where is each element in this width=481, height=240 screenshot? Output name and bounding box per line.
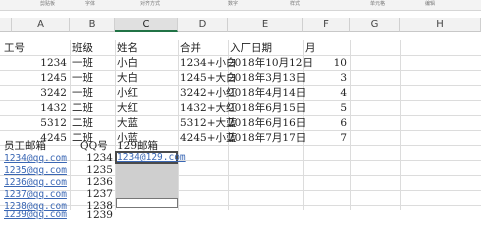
- column-header-e[interactable]: E: [228, 18, 303, 32]
- cell-c4[interactable]: 小红: [117, 86, 138, 101]
- cell-b14[interactable]: 1239: [70, 209, 113, 221]
- cell-b2[interactable]: 一班: [72, 56, 93, 71]
- select-all-corner[interactable]: [0, 18, 12, 32]
- gridline: [400, 40, 401, 210]
- selected-range[interactable]: [116, 163, 178, 198]
- cell-e3[interactable]: 2018年3月13日: [228, 71, 306, 86]
- cell-b1[interactable]: 班级: [72, 41, 112, 56]
- cell-a4[interactable]: 3242: [12, 86, 67, 101]
- cell-f6[interactable]: 6: [303, 116, 347, 131]
- cell-a1[interactable]: 工号: [4, 41, 64, 56]
- cell-c1[interactable]: 姓名: [117, 41, 175, 56]
- cell-c2[interactable]: 小白: [117, 56, 138, 71]
- cell-c9-email-link[interactable]: 1234@129.com: [117, 151, 186, 164]
- cell-a5[interactable]: 1432: [12, 101, 67, 116]
- cell-b4[interactable]: 一班: [72, 86, 93, 101]
- cell-c3[interactable]: 大白: [117, 71, 138, 86]
- ribbon-group-font[interactable]: 字体: [85, 1, 95, 8]
- cell-c5[interactable]: 大红: [117, 101, 138, 116]
- column-header-b[interactable]: B: [70, 18, 115, 32]
- cell-e7[interactable]: 2018年7月17日: [228, 131, 306, 146]
- worksheet[interactable]: A B C D E F G H 工号 班级 姓名 合并 入厂日期 月 1234 …: [0, 10, 481, 221]
- ribbon-group-clipboard[interactable]: 剪贴板: [40, 1, 55, 8]
- column-header-g[interactable]: G: [350, 18, 400, 32]
- column-header-c[interactable]: C: [115, 18, 178, 32]
- ribbon-group-number[interactable]: 数字: [228, 1, 238, 8]
- column-header-h[interactable]: H: [400, 18, 481, 32]
- cell-a2[interactable]: 1234: [12, 56, 67, 71]
- cell-d1[interactable]: 合并: [180, 41, 226, 56]
- cell-e6[interactable]: 2018年6月16日: [228, 116, 306, 131]
- cell-c6[interactable]: 大蓝: [117, 116, 138, 131]
- cell-e4[interactable]: 2018年4月14日: [228, 86, 306, 101]
- cell-e1[interactable]: 入厂日期: [230, 41, 300, 56]
- ribbon-group-editing[interactable]: 编辑: [425, 1, 435, 8]
- cell-f5[interactable]: 5: [303, 101, 347, 116]
- gridline: [178, 40, 179, 210]
- gridline: [350, 40, 351, 210]
- cell-b5[interactable]: 二班: [72, 101, 93, 116]
- ribbon-group-cells[interactable]: 单元格: [370, 1, 385, 8]
- cell-a14-email-link[interactable]: 1239@qq.com: [4, 209, 67, 221]
- column-header-d[interactable]: D: [178, 18, 228, 32]
- cell-f2[interactable]: 10: [303, 56, 347, 71]
- cell-b3[interactable]: 一班: [72, 71, 93, 86]
- cell-a6[interactable]: 5312: [12, 116, 67, 131]
- cell-f4[interactable]: 4: [303, 86, 347, 101]
- cell-f1[interactable]: 月: [305, 41, 345, 56]
- cell-b6[interactable]: 二班: [72, 116, 93, 131]
- cell-a3[interactable]: 1245: [12, 71, 67, 86]
- column-header-a[interactable]: A: [12, 18, 70, 32]
- cell-e5[interactable]: 2018年6月15日: [228, 101, 306, 116]
- cell-f3[interactable]: 3: [303, 71, 347, 86]
- ribbon-group-alignment[interactable]: 对齐方式: [140, 1, 160, 8]
- ribbon-group-styles[interactable]: 样式: [290, 1, 300, 8]
- column-header-f[interactable]: F: [303, 18, 350, 32]
- cell-f7[interactable]: 7: [303, 131, 347, 146]
- cell-e2[interactable]: 2018年10月12日: [228, 56, 313, 71]
- fill-handle-range-end[interactable]: [116, 198, 178, 208]
